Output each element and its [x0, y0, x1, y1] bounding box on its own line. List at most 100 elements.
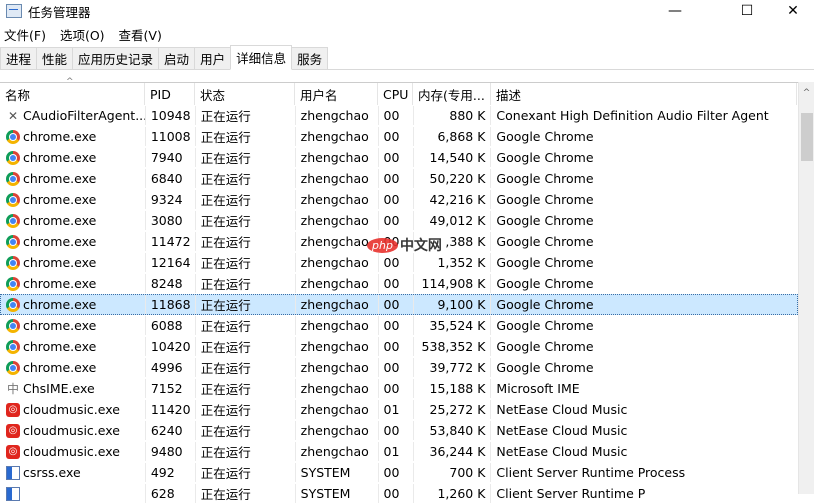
cell-description: Google Chrome	[496, 318, 594, 333]
tab-services[interactable]: 服务	[291, 47, 329, 69]
column-header-username[interactable]: 用户名	[295, 83, 378, 105]
maximize-button[interactable]: ☐	[724, 0, 770, 22]
scroll-up-arrow-icon[interactable]: ^	[799, 82, 814, 104]
column-header-memory[interactable]: 内存(专用...	[413, 83, 491, 105]
table-row[interactable]: 中 ChsIME.exe 7152 正在运行 zhengchao 00 15,18…	[0, 378, 798, 399]
cell-status: 正在运行	[196, 295, 296, 314]
music-icon: ◎	[6, 423, 20, 438]
table-row[interactable]: chrome.exe 7940 正在运行 zhengchao 00 14,540…	[0, 147, 798, 168]
cell-name: 中 ChsIME.exe	[1, 379, 146, 398]
cell-cpu: 00	[379, 211, 414, 230]
window-title: 任务管理器	[28, 4, 91, 20]
cell-description: Google Chrome	[496, 129, 594, 144]
tab-startup[interactable]: 启动	[158, 47, 196, 69]
vertical-scrollbar[interactable]: ^	[798, 82, 814, 494]
column-header-pid[interactable]: PID	[145, 83, 195, 105]
cell-description: Google Chrome	[496, 339, 594, 354]
details-table: ^ 名称 PID 状态 用户名 CPU 内存(专用... 描述 ✕ CAudioF…	[0, 77, 798, 504]
chrome-icon	[6, 360, 20, 375]
table-row[interactable]: ◎ cloudmusic.exe 6240 正在运行 zhengchao 00 5…	[0, 420, 798, 441]
cell-pid: 6088	[146, 316, 196, 335]
process-name: chrome.exe	[23, 129, 97, 144]
cell-name: chrome.exe	[1, 274, 146, 293]
tab-app-history[interactable]: 应用历史记录	[72, 47, 160, 69]
music-icon: ◎	[6, 444, 20, 459]
table-row[interactable]: chrome.exe 4996 正在运行 zhengchao 00 39,772…	[0, 357, 798, 378]
cell-username: zhengchao	[296, 148, 379, 167]
cell-description: Google Chrome	[496, 360, 594, 375]
cell-description: NetEase Cloud Music	[496, 423, 628, 438]
column-header-status[interactable]: 状态	[195, 83, 295, 105]
cell-description: Google Chrome	[496, 234, 594, 249]
process-name: ChsIME.exe	[23, 381, 95, 396]
cell-status: 正在运行	[196, 379, 296, 398]
cell-memory: 6,868 K	[414, 127, 492, 146]
csrss-icon	[6, 465, 20, 480]
cell-status: 正在运行	[196, 127, 296, 146]
tab-users[interactable]: 用户	[194, 47, 232, 69]
watermark-logo: php 中文网	[367, 235, 442, 255]
table-row[interactable]: chrome.exe 10420 正在运行 zhengchao 00 538,3…	[0, 336, 798, 357]
tab-details[interactable]: 详细信息	[230, 45, 293, 70]
chrome-icon	[6, 339, 20, 354]
cell-name: chrome.exe	[1, 232, 146, 251]
column-header-cpu[interactable]: CPU	[378, 83, 413, 105]
chrome-icon	[6, 150, 20, 165]
cell-username: zhengchao	[296, 379, 379, 398]
table-row[interactable]: chrome.exe 9324 正在运行 zhengchao 00 42,216…	[0, 189, 798, 210]
cell-name: chrome.exe	[1, 190, 146, 209]
cell-pid: 11472	[146, 232, 196, 251]
cell-name: chrome.exe	[1, 169, 146, 188]
table-row[interactable]: chrome.exe 11008 正在运行 zhengchao 00 6,868…	[0, 126, 798, 147]
cell-cpu: 00	[379, 379, 414, 398]
table-row[interactable]: chrome.exe 3080 正在运行 zhengchao 00 49,012…	[0, 210, 798, 231]
column-header-description[interactable]: 描述	[491, 83, 797, 105]
chrome-icon	[6, 276, 20, 291]
tab-processes[interactable]: 进程	[0, 47, 38, 69]
audio-icon: ✕	[7, 108, 19, 123]
cell-description: Google Chrome	[496, 276, 594, 291]
cell-username: zhengchao	[296, 274, 379, 293]
process-name: chrome.exe	[23, 360, 97, 375]
cell-cpu: 00	[379, 127, 414, 146]
table-row[interactable]: chrome.exe 11868 正在运行 zhengchao 00 9,100…	[0, 294, 798, 315]
cell-status: 正在运行	[196, 253, 296, 272]
title-bar: 任务管理器 — ☐ ✕	[0, 0, 814, 22]
chrome-icon	[6, 171, 20, 186]
cell-memory: 42,216 K	[414, 190, 492, 209]
scrollbar-thumb[interactable]	[801, 113, 813, 161]
cell-description: Google Chrome	[496, 297, 594, 312]
cell-memory: 50,220 K	[414, 169, 492, 188]
cell-pid: 4996	[146, 358, 196, 377]
table-row[interactable]: csrss.exe 492 正在运行 SYSTEM 00 700 K Clien…	[0, 462, 798, 483]
cell-status: 正在运行	[196, 421, 296, 440]
cell-cpu: 00	[379, 337, 414, 356]
cell-description: Google Chrome	[496, 255, 594, 270]
table-row[interactable]: chrome.exe 6840 正在运行 zhengchao 00 50,220…	[0, 168, 798, 189]
process-name: chrome.exe	[23, 192, 97, 207]
cell-name: ◎ cloudmusic.exe	[1, 400, 146, 419]
table-row[interactable]: chrome.exe 6088 正在运行 zhengchao 00 35,524…	[0, 315, 798, 336]
cell-memory: 538,352 K	[414, 337, 492, 356]
table-row[interactable]: ◎ cloudmusic.exe 9480 正在运行 zhengchao 01 3…	[0, 441, 798, 462]
table-row[interactable]: chrome.exe 12164 正在运行 zhengchao 00 1,352…	[0, 252, 798, 273]
cell-username: zhengchao	[296, 211, 379, 230]
table-row[interactable]: chrome.exe 8248 正在运行 zhengchao 00 114,90…	[0, 273, 798, 294]
music-icon: ◎	[6, 402, 20, 417]
cell-memory: 35,524 K	[414, 316, 492, 335]
tab-performance[interactable]: 性能	[36, 47, 74, 69]
cell-description: Google Chrome	[496, 192, 594, 207]
minimize-button[interactable]: —	[652, 0, 698, 22]
cell-username: zhengchao	[296, 190, 379, 209]
cell-memory: 39,772 K	[414, 358, 492, 377]
cell-cpu: 00	[379, 148, 414, 167]
cell-name: chrome.exe	[1, 358, 146, 377]
close-button[interactable]: ✕	[770, 0, 814, 22]
cell-pid: 10948	[146, 106, 196, 125]
table-row[interactable]: ◎ cloudmusic.exe 11420 正在运行 zhengchao 01 …	[0, 399, 798, 420]
menu-view[interactable]: 查看(V)	[119, 25, 162, 44]
menu-options[interactable]: 选项(O)	[60, 25, 105, 44]
table-row[interactable]: ✕ CAudioFilterAgent... 10948 正在运行 zhengch…	[0, 105, 798, 126]
cell-memory: 15,188 K	[414, 379, 492, 398]
menu-file[interactable]: 文件(F)	[4, 25, 46, 44]
